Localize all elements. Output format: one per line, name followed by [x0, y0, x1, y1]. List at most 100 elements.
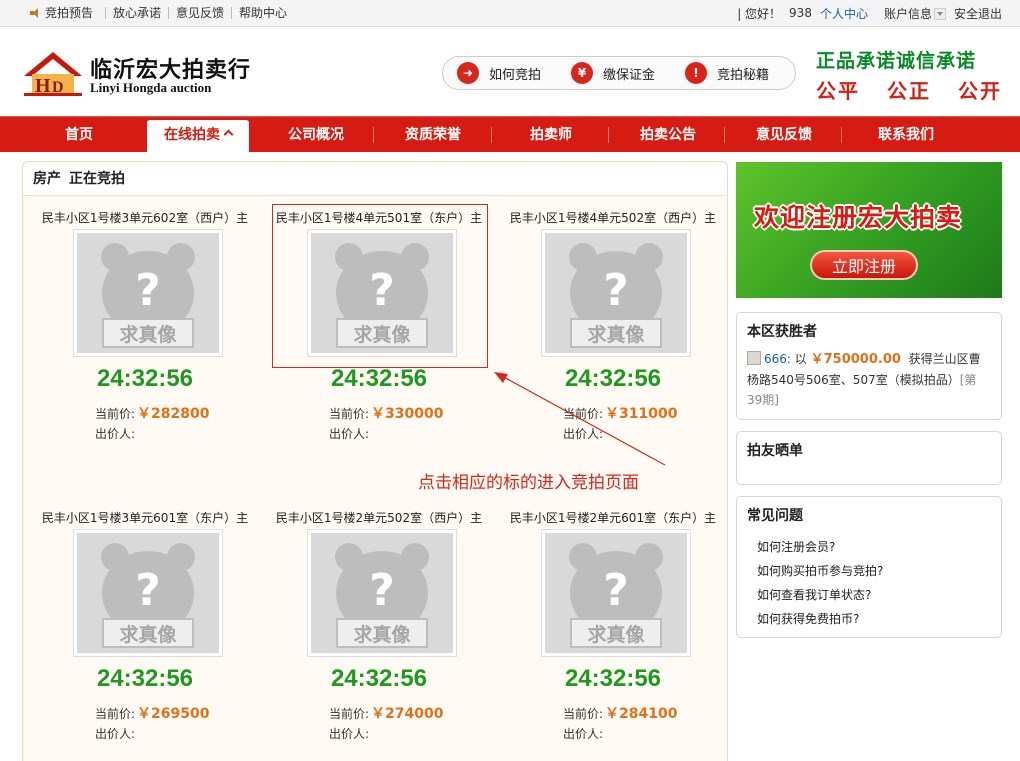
bidder: 出价人:	[95, 727, 136, 741]
hammer-logo-icon: H D	[24, 52, 82, 97]
lot-image[interactable]: ? 求真像	[73, 529, 223, 657]
slogan-line-1: 正品承诺诚信承诺	[816, 50, 977, 72]
lot-image[interactable]: ? 求真像	[541, 529, 691, 657]
main-nav: 首页 在线拍卖 公司概况 资质荣誉 拍卖师 拍卖公告 意见反馈 联系我们	[0, 116, 1020, 153]
lot-card[interactable]: 民丰小区1号楼2单元601室（东户）主? 求真像 24:32:56 当前价: ￥2841…	[496, 509, 730, 759]
svg-text:求真像: 求真像	[353, 623, 411, 646]
thermometer-icon: !	[685, 62, 708, 84]
nav-contact[interactable]: 联系我们	[853, 117, 959, 153]
countdown-timer: 24:32:56	[96, 365, 194, 392]
lot-title[interactable]: 民丰小区1号楼4单元502室（西户）主	[496, 209, 730, 226]
chevron-down-icon	[933, 8, 946, 20]
annotation-arrow-icon	[494, 372, 666, 466]
svg-text:求真像: 求真像	[587, 623, 645, 646]
logo-english-name: Linyi Hongda auction	[90, 80, 212, 95]
lot-card[interactable]: 民丰小区1号楼2单元502室（西户）主? 求真像 24:32:56 当前价: ￥2740…	[262, 509, 496, 759]
lot-image[interactable]: ? 求真像	[73, 229, 223, 357]
lot-title[interactable]: 民丰小区1号楼2单元502室（西户）主	[262, 509, 496, 526]
top-utility-bar: 竞拍预告 放心承诺 意见反馈 帮助中心 | 您好！ 938 个人中心 账户信息 …	[0, 0, 1020, 27]
lot-card[interactable]: 民丰小区1号楼3单元601室（东户）主? 求真像 24:32:56 当前价: ￥2695…	[28, 509, 262, 759]
annotation-note: 点击相应的标的进入竞拍页面	[418, 473, 639, 493]
yen-icon: ¥	[571, 62, 594, 84]
faq-title: 常见问题	[747, 508, 803, 524]
username: 938	[789, 6, 812, 20]
site-logo[interactable]: H D 临沂宏大拍卖行 Linyi Hongda auction	[22, 48, 252, 104]
bidder: 出价人:	[329, 727, 370, 741]
nav-qualification[interactable]: 资质荣誉	[385, 117, 481, 153]
help-pill-bar: ➜ 如何竞拍 ¥ 缴保证金 ! 竞拍秘籍	[442, 56, 796, 90]
placeholder-bear-icon: ? 求真像	[77, 533, 219, 653]
winner-amount: ￥750000.00	[810, 352, 901, 367]
placeholder-bear-icon: ? 求真像	[545, 533, 687, 653]
feedback-link[interactable]: 意见反馈	[168, 7, 231, 19]
svg-text:?: ?	[135, 565, 161, 616]
status-label: 正在竞拍	[69, 171, 125, 187]
winner-name[interactable]: 666:	[764, 352, 791, 366]
lot-title[interactable]: 民丰小区1号楼2单元601室（东户）主	[496, 509, 730, 526]
current-price: 当前价: ￥274000	[329, 706, 444, 722]
faq-item[interactable]: 如何查看我订单状态?	[757, 583, 1001, 607]
lot-image[interactable]: ? 求真像	[541, 229, 691, 357]
personal-center-link[interactable]: 个人中心	[820, 5, 868, 22]
faq-list: 如何注册会员? 如何购买拍币参与竞拍? 如何查看我订单状态? 如何获得免费拍币?	[737, 525, 1001, 631]
current-price: 当前价: ￥284100	[563, 706, 678, 722]
nav-feedback[interactable]: 意见反馈	[736, 117, 832, 153]
svg-text:?: ?	[369, 565, 395, 616]
countdown-timer: 24:32:56	[330, 665, 428, 692]
help-link[interactable]: 帮助中心	[231, 7, 294, 19]
nav-home[interactable]: 首页	[32, 117, 126, 153]
lot-title[interactable]: 民丰小区1号楼3单元601室（东户）主	[28, 509, 262, 526]
nav-company[interactable]: 公司概况	[268, 117, 364, 153]
bidding-tips-link[interactable]: ! 竞拍秘籍	[685, 62, 769, 84]
account-info-menu[interactable]: 账户信息	[876, 5, 946, 22]
nav-auctioneer[interactable]: 拍卖师	[503, 117, 599, 153]
site-header: H D 临沂宏大拍卖行 Linyi Hongda auction ➜ 如何竞拍 …	[0, 28, 1020, 116]
logout-link[interactable]: 安全退出	[954, 5, 1002, 22]
countdown-timer: 24:32:56	[564, 665, 662, 692]
nav-announcement[interactable]: 拍卖公告	[620, 117, 716, 153]
bidder: 出价人:	[95, 427, 136, 441]
highlight-box	[272, 204, 488, 368]
bidder: 出价人:	[329, 427, 370, 441]
faq-box: 常见问题 如何注册会员? 如何购买拍币参与竞拍? 如何查看我订单状态? 如何获得…	[736, 496, 1002, 638]
placeholder-bear-icon: ? 求真像	[77, 233, 219, 353]
lot-image[interactable]: ? 求真像	[307, 529, 457, 657]
speaker-icon	[30, 8, 42, 18]
bidder: 出价人:	[563, 727, 604, 741]
slogan-line-2: 公平 公正 公开	[816, 79, 1002, 103]
banner-headline: 欢迎注册宏大拍卖	[754, 203, 963, 232]
svg-text:?: ?	[603, 265, 629, 316]
category-label: 房产	[33, 171, 61, 187]
pay-deposit-link[interactable]: ¥ 缴保证金	[571, 62, 655, 84]
current-price: 当前价: ￥330000	[329, 406, 444, 422]
auction-preview-link[interactable]: 竞拍预告	[30, 7, 105, 19]
faq-item[interactable]: 如何注册会员?	[757, 535, 1001, 559]
current-price: 当前价: ￥269500	[95, 706, 210, 722]
nav-online-auction[interactable]: 在线拍卖	[147, 120, 249, 153]
register-banner[interactable]: 欢迎注册宏大拍卖 立即注册	[736, 162, 1002, 298]
countdown-timer: 24:32:56	[96, 665, 194, 692]
showcase-box: 拍友晒单	[736, 431, 1002, 485]
faq-item[interactable]: 如何购买拍币参与竞拍?	[757, 559, 1001, 583]
avatar	[747, 351, 761, 365]
svg-text:求真像: 求真像	[119, 623, 177, 646]
current-price: 当前价: ￥282800	[95, 406, 210, 422]
winners-title: 本区获胜者	[747, 324, 817, 340]
lot-title[interactable]: 民丰小区1号楼3单元602室（西户）主	[28, 209, 262, 226]
svg-text:?: ?	[135, 265, 161, 316]
panel-title: 房产 正在竞拍	[23, 162, 727, 196]
register-now-button[interactable]: 立即注册	[810, 250, 918, 280]
showcase-title: 拍友晒单	[747, 443, 803, 459]
slogan: 正品承诺诚信承诺 公平 公正 公开	[816, 46, 1002, 104]
countdown-timer: 24:32:56	[330, 365, 428, 392]
placeholder-bear-icon: ? 求真像	[311, 533, 453, 653]
svg-text:?: ?	[603, 565, 629, 616]
svg-text:求真像: 求真像	[119, 323, 177, 346]
svg-text:求真像: 求真像	[587, 323, 645, 346]
winners-box: 本区获胜者 666: 以 ￥750000.00 获得兰山区曹杨路540号506室…	[736, 312, 1002, 420]
chevron-up-icon	[223, 129, 234, 140]
how-to-bid-link[interactable]: ➜ 如何竞拍	[457, 62, 541, 84]
lot-card[interactable]: 民丰小区1号楼3单元602室（西户）主? 求真像 24:32:56 当前价: ￥2828…	[28, 209, 262, 459]
promise-link[interactable]: 放心承诺	[105, 7, 168, 19]
faq-item[interactable]: 如何获得免费拍币?	[757, 607, 1001, 631]
